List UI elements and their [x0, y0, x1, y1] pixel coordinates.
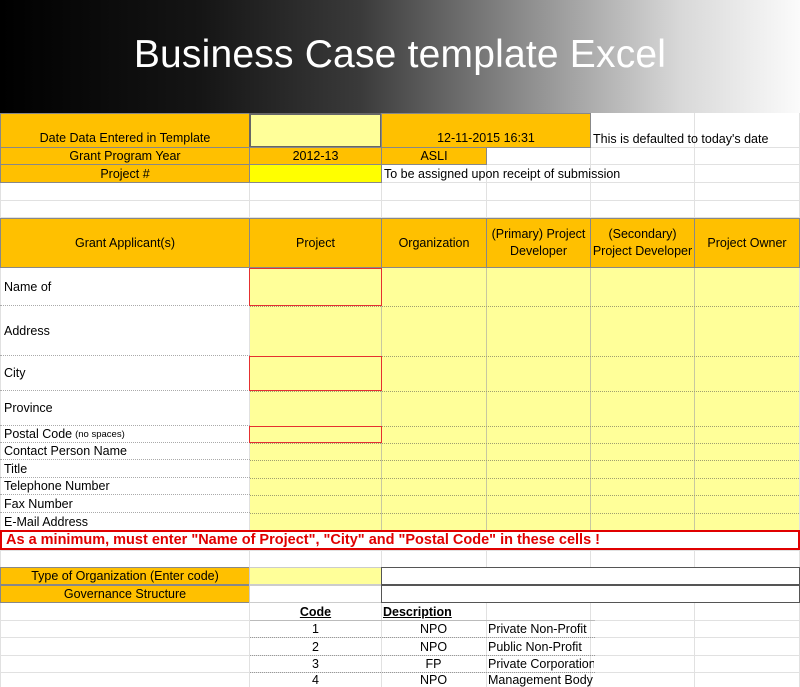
code-row-abbr: FP: [425, 656, 442, 671]
postal-code-note: (no spaces): [75, 428, 125, 440]
grant-year-extra[interactable]: ASLI: [381, 147, 487, 165]
field-label-telephone: Telephone Number: [0, 478, 250, 495]
grant-year-label: Grant Program Year: [0, 147, 250, 165]
header-primary-developer: (Primary) Project Developer: [486, 218, 591, 268]
date-default-note: This is defaulted to today's date: [593, 132, 769, 146]
code-row-abbr: NPO: [419, 639, 448, 654]
date-entered-value: 12-11-2015 16:31: [381, 113, 591, 148]
date-entered-label: Date Data Entered in Template: [0, 113, 250, 148]
header-project: Project: [249, 218, 382, 268]
governance-input[interactable]: [249, 585, 382, 603]
header-organization: Organization: [381, 218, 487, 268]
project-number-label: Project #: [0, 164, 250, 183]
org-type-label: Type of Organization (Enter code): [0, 567, 250, 585]
org-type-description: [381, 567, 800, 585]
input-grid[interactable]: [250, 268, 799, 530]
code-table-code-header: Code: [299, 604, 332, 619]
field-label-city: City: [0, 356, 250, 391]
project-city-input[interactable]: [249, 356, 382, 391]
code-row-num: 3: [312, 656, 319, 671]
minimum-entry-warning: As a minimum, must enter "Name of Projec…: [0, 530, 800, 550]
org-type-input[interactable]: [249, 567, 382, 585]
project-number-input[interactable]: [249, 164, 382, 183]
project-name-input[interactable]: [249, 268, 382, 306]
code-row-abbr: NPO: [419, 621, 448, 636]
page-title: Business Case template Excel: [133, 33, 667, 76]
field-label-email: E-Mail Address: [4, 514, 89, 529]
code-row-abbr: NPO: [419, 673, 448, 687]
code-row-desc: Private Corporation: [488, 656, 594, 671]
header-project-owner: Project Owner: [694, 218, 800, 268]
governance-label: Governance Structure: [0, 585, 250, 603]
code-row-num: 2: [312, 639, 319, 654]
code-row-desc: Management Body: [488, 673, 593, 687]
field-label-address: Address: [0, 306, 250, 356]
code-row-desc: Public Non-Profit: [488, 639, 582, 654]
date-entered-input[interactable]: [249, 113, 382, 148]
spreadsheet: Date Data Entered in Template 12-11-2015…: [0, 113, 800, 687]
code-row-num: 1: [312, 621, 319, 636]
field-label-province: Province: [0, 391, 250, 426]
code-row-desc: Private Non-Profit: [488, 621, 587, 636]
project-postal-code-input[interactable]: [249, 426, 382, 443]
header-grant-applicant: Grant Applicant(s): [0, 218, 250, 268]
field-label-name-of: Name of: [0, 268, 250, 306]
field-label-postal-code-cell: Postal Code (no spaces): [0, 426, 250, 443]
field-label-contact-person: Contact Person Name: [0, 443, 250, 460]
code-row-num: 4: [312, 673, 319, 687]
project-number-note: To be assigned upon receipt of submissio…: [384, 166, 621, 181]
field-label-fax: Fax Number: [0, 495, 250, 513]
field-label-title: Title: [0, 460, 250, 478]
header-secondary-developer: (Secondary) Project Developer: [590, 218, 695, 268]
grant-year-value[interactable]: 2012-13: [249, 147, 382, 165]
banner: Business Case template Excel: [0, 0, 800, 113]
field-label-postal-code: Postal Code: [4, 427, 73, 441]
governance-description: [381, 585, 800, 603]
code-table-description-header: Description: [383, 604, 452, 619]
